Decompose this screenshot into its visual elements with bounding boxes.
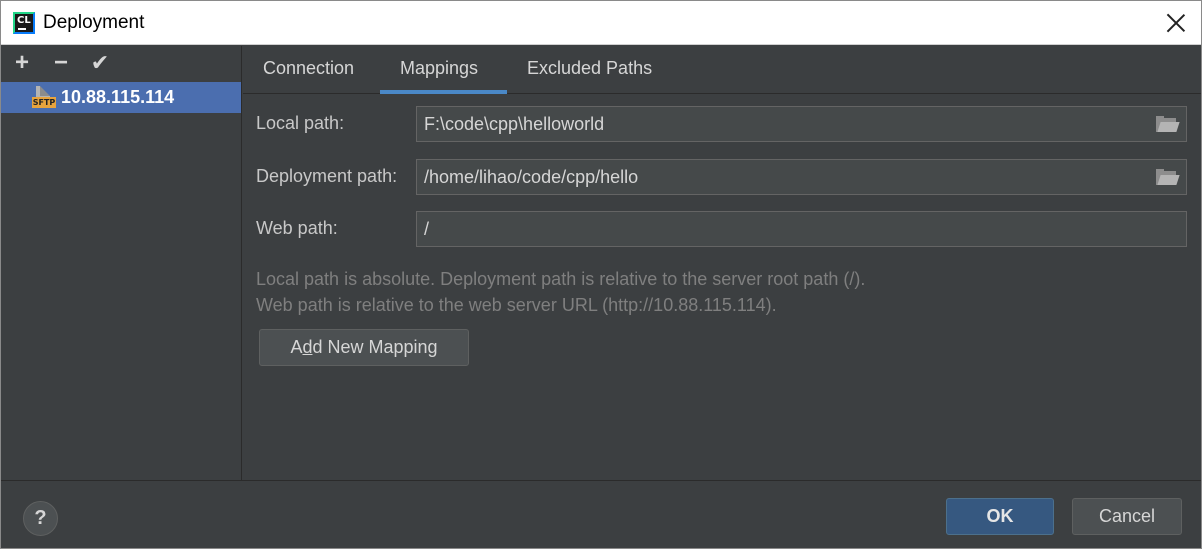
check-icon[interactable]: ✔ bbox=[87, 50, 113, 76]
server-toolbar: + − ✔ bbox=[1, 46, 242, 82]
cancel-button[interactable]: Cancel bbox=[1072, 498, 1182, 535]
ok-button[interactable]: OK bbox=[946, 498, 1054, 535]
server-item[interactable]: SFTP 10.88.115.114 bbox=[1, 82, 241, 113]
add-new-mapping-button[interactable]: Add New Mapping bbox=[259, 329, 469, 366]
server-panel: + − ✔ SFTP 10.88.115.114 bbox=[1, 46, 242, 480]
active-tab-indicator bbox=[380, 90, 507, 94]
folder-icon[interactable] bbox=[1156, 116, 1180, 133]
window-title: Deployment bbox=[43, 12, 145, 33]
tab-excluded-paths[interactable]: Excluded Paths bbox=[527, 58, 652, 79]
deployment-path-input[interactable] bbox=[417, 160, 1147, 194]
dialog-footer: ? OK Cancel bbox=[1, 480, 1201, 548]
settings-panel: Connection Mappings Excluded Paths Local… bbox=[243, 46, 1201, 480]
folder-icon[interactable] bbox=[1156, 169, 1180, 186]
web-path-input[interactable] bbox=[417, 212, 1185, 246]
clion-icon: CL bbox=[13, 12, 35, 34]
local-path-label: Local path: bbox=[256, 113, 345, 133]
deployment-path-field bbox=[416, 159, 1187, 195]
remove-server-button[interactable]: − bbox=[48, 50, 74, 76]
help-button[interactable]: ? bbox=[23, 501, 58, 536]
deployment-path-label: Deployment path: bbox=[256, 166, 398, 186]
tab-bar: Connection Mappings Excluded Paths bbox=[243, 46, 1201, 94]
web-path-field bbox=[416, 211, 1187, 247]
hint-text-web: Web path is relative to the web server U… bbox=[256, 295, 777, 315]
hint-text-local: Local path is absolute. Deployment path … bbox=[256, 269, 866, 289]
add-server-button[interactable]: + bbox=[9, 50, 35, 76]
close-icon[interactable] bbox=[1165, 12, 1187, 34]
server-list: SFTP 10.88.115.114 bbox=[1, 82, 241, 113]
tab-connection[interactable]: Connection bbox=[263, 58, 354, 79]
title-bar: CL Deployment bbox=[1, 1, 1201, 45]
deployment-dialog: CL Deployment + − ✔ SFTP 10.88.115.114 C… bbox=[0, 0, 1202, 549]
sftp-icon: SFTP bbox=[32, 86, 56, 110]
tab-mappings[interactable]: Mappings bbox=[400, 58, 478, 79]
web-path-label: Web path: bbox=[256, 218, 338, 238]
local-path-field bbox=[416, 106, 1187, 142]
local-path-input[interactable] bbox=[417, 107, 1147, 141]
server-name: 10.88.115.114 bbox=[61, 87, 175, 107]
